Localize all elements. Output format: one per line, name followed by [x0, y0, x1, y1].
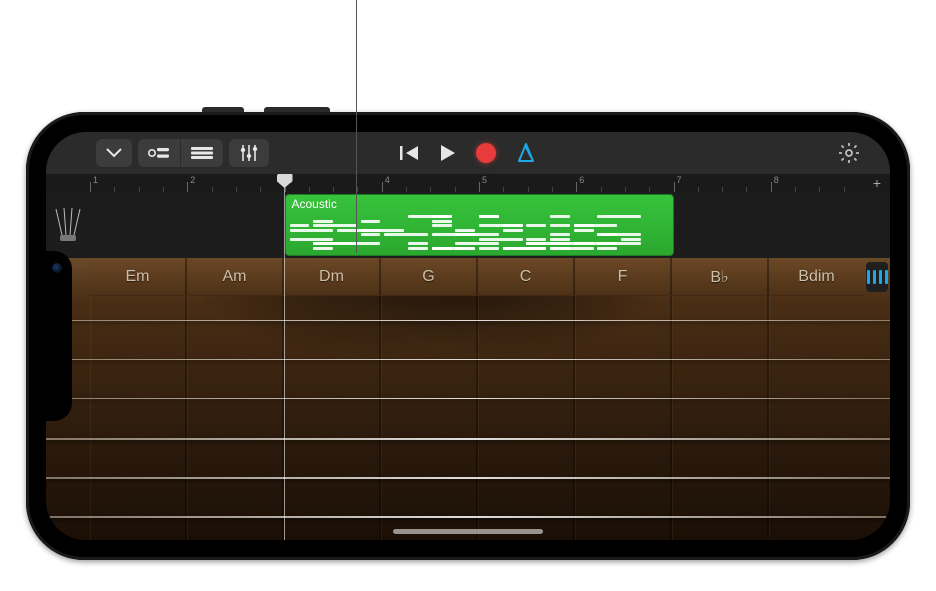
ruler-bar: [674, 174, 675, 192]
nav-menu-button[interactable]: [96, 139, 132, 167]
track-controls-button[interactable]: [229, 139, 269, 167]
chord-cell[interactable]: F: [573, 258, 670, 295]
add-section-button[interactable]: +: [868, 174, 886, 192]
fret-column[interactable]: [185, 296, 282, 540]
home-indicator[interactable]: [393, 529, 543, 534]
guitar-instrument-icon[interactable]: [48, 205, 88, 245]
callout-line: [356, 0, 357, 253]
ruler-bar: [187, 174, 188, 192]
view-switcher[interactable]: [138, 139, 223, 167]
guitar-string[interactable]: [46, 477, 890, 479]
guitar-string[interactable]: [46, 398, 890, 399]
timeline-ruler[interactable]: +: [46, 174, 890, 192]
guitar-string[interactable]: [46, 438, 890, 440]
guitar-string[interactable]: [46, 516, 890, 518]
chord-cell[interactable]: Em: [90, 258, 185, 295]
settings-button[interactable]: [838, 142, 860, 164]
track-lane[interactable]: Acoustic: [46, 192, 890, 258]
control-bar: [46, 132, 890, 174]
fret-column[interactable]: [670, 296, 767, 540]
chord-view-toggle[interactable]: [866, 262, 888, 292]
guitar-string[interactable]: [46, 320, 890, 321]
midi-region[interactable]: Acoustic: [285, 194, 674, 256]
app-screen: + Acoustic: [46, 132, 890, 540]
tracks-icon: [191, 146, 213, 160]
play-button[interactable]: [440, 144, 456, 162]
fret-column[interactable]: [379, 296, 476, 540]
chord-cell[interactable]: B♭: [670, 258, 767, 295]
chord-strip-row: EmAmDmGCFB♭Bdim: [90, 258, 864, 296]
figure-root: + Acoustic: [0, 0, 936, 591]
metronome-button[interactable]: [516, 143, 536, 163]
chord-cell[interactable]: Bdim: [767, 258, 864, 295]
rewind-button[interactable]: [400, 145, 420, 161]
ruler-bar: [576, 174, 577, 192]
mixer-icon: [239, 144, 259, 162]
record-button[interactable]: [476, 143, 496, 163]
region-midi-notes: [290, 215, 669, 251]
fret-column[interactable]: [282, 296, 379, 540]
ruler-bar: [285, 174, 286, 192]
strings-area[interactable]: [46, 296, 890, 540]
chevron-down-icon: [106, 148, 122, 158]
fret-column[interactable]: [767, 296, 864, 540]
fret-column[interactable]: [90, 296, 185, 540]
ruler-bar: [90, 174, 91, 192]
fret-column[interactable]: [476, 296, 573, 540]
ruler-bar: [382, 174, 383, 192]
browser-icon: [148, 146, 170, 160]
device-notch: [46, 251, 72, 421]
touch-instrument-area: EmAmDmGCFB♭Bdim: [46, 258, 890, 540]
sound-browser-button[interactable]: [138, 139, 180, 167]
chord-cell[interactable]: C: [476, 258, 573, 295]
ruler-bar: [771, 174, 772, 192]
ruler-bar: [479, 174, 480, 192]
chord-cell[interactable]: G: [379, 258, 476, 295]
fret-column[interactable]: [573, 296, 670, 540]
iphone-device-frame: + Acoustic: [26, 112, 910, 560]
guitar-string[interactable]: [46, 359, 890, 360]
region-label: Acoustic: [292, 197, 337, 211]
chord-cell[interactable]: Dm: [282, 258, 379, 295]
tracks-view-button[interactable]: [180, 139, 223, 167]
chord-cell[interactable]: Am: [185, 258, 282, 295]
front-camera: [52, 263, 62, 273]
